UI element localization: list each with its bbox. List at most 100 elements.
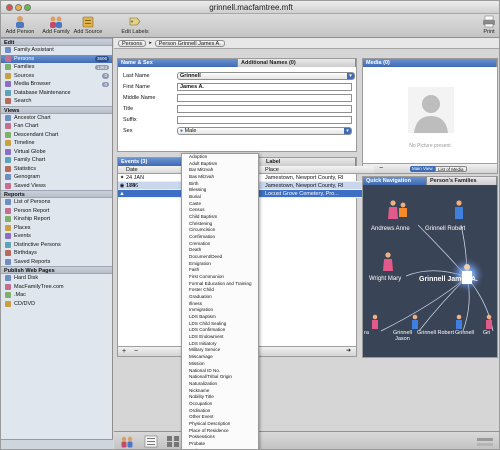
sidebar-item-genogram[interactable]: Genogram (1, 173, 112, 182)
breadcrumb-item-persons[interactable]: Persons (118, 39, 147, 47)
sidebar-item-statistics[interactable]: Statistics (1, 165, 112, 174)
remove-event-icon[interactable]: − (134, 347, 138, 356)
sidebar-item-timeline[interactable]: Timeline (1, 139, 112, 148)
main-view-button[interactable]: Main View (410, 166, 435, 172)
tab-media[interactable]: Media (0) (363, 59, 497, 67)
middle-name-field[interactable] (177, 94, 352, 102)
header-place[interactable]: Place (265, 166, 374, 173)
sidebar-item-saved-views[interactable]: Saved Views (1, 182, 112, 191)
sidebar-item-birthdays[interactable]: Birthdays (1, 249, 112, 258)
menu-item-immigration[interactable]: Immigration (189, 307, 258, 314)
sidebar-item-families[interactable]: Families 1363 (1, 63, 112, 72)
add-person-button[interactable]: Add Person (3, 15, 37, 35)
menu-item-lds-confirmation[interactable]: LDS Confirmation (189, 327, 258, 334)
list-view-icon[interactable] (144, 435, 158, 448)
first-name-field[interactable]: James A. (177, 83, 352, 91)
menu-item-burial[interactable]: Burial (189, 194, 258, 201)
sidebar-item-person-report[interactable]: Person Report (1, 207, 112, 216)
last-name-field[interactable]: Grinnell ▾ (177, 72, 355, 80)
menu-item-possessions[interactable]: Possessions (189, 434, 258, 441)
tab-persons-families[interactable]: Person's Families (427, 177, 497, 185)
tab-events[interactable]: Events (3) (118, 158, 184, 166)
person-node-andrews-anne[interactable]: Andrews Anne (371, 226, 410, 232)
menu-item-christening[interactable]: Christening (189, 221, 258, 228)
family-view-icon[interactable] (120, 435, 134, 448)
person-node-grinnell-james[interactable]: Grinnell James A. (419, 276, 478, 283)
arrow-right-icon[interactable]: ➔ (346, 347, 351, 356)
person-node-partial-right[interactable]: Gri (483, 330, 490, 336)
menu-item-cremation[interactable]: Cremation (189, 241, 258, 248)
tab-name-sex[interactable]: Name & Sex (118, 59, 238, 67)
sidebar-item-persons[interactable]: Persons 3606 (1, 54, 112, 63)
header-date[interactable]: Date (126, 166, 151, 173)
menu-item-caste[interactable]: Caste (189, 201, 258, 208)
menu-item-emigration[interactable]: Emigration (189, 261, 258, 268)
menu-item-occupation[interactable]: Occupation (189, 401, 258, 408)
menu-item-child-baptism[interactable]: Child Baptism (189, 214, 258, 221)
sidebar-item-macfamilytree-com[interactable]: MacFamilyTree.com (1, 283, 112, 292)
sidebar-item-places[interactable]: Places (1, 224, 112, 233)
menu-item-bar-mitzvah[interactable]: Bar Mitzvah (189, 167, 258, 174)
menu-item-lds-endowment[interactable]: LDS Endowment (189, 334, 258, 341)
menu-item-miscarriage[interactable]: Miscarriage (189, 354, 258, 361)
menu-item-other-event[interactable]: Other Event (189, 414, 258, 421)
menu-item-mission[interactable]: Mission (189, 361, 258, 368)
sidebar-item-database-maintenance[interactable]: Database Maintenance (1, 89, 112, 98)
add-source-button[interactable]: Add Source (73, 15, 103, 35)
person-node-wright-mary[interactable]: Wright Mary (369, 276, 401, 282)
remove-media-icon[interactable]: − (379, 164, 383, 173)
sidebar-item-list-of-persons[interactable]: List of Persons (1, 198, 112, 207)
menu-item-lds-baptism[interactable]: LDS Baptism (189, 314, 258, 321)
add-event-icon[interactable]: + (122, 347, 126, 356)
person-node-grinnell-robert[interactable]: Grinnell Robert (425, 226, 465, 232)
sidebar-item-ancestor-chart[interactable]: Ancestor Chart (1, 114, 112, 123)
sidebar-item-distinctive-persons[interactable]: Distinctive Persons (1, 241, 112, 250)
sidebar-item-family-assistant[interactable]: Family Assistant (1, 46, 112, 55)
tab-additional-names[interactable]: Additional Names (0) (238, 59, 356, 67)
menu-item-national-tribal-origin[interactable]: National/Tribal Origin (189, 374, 258, 381)
sidebar-item-cd-dvd[interactable]: CD/DVD (1, 300, 112, 309)
sidebar-item-saved-reports[interactable]: Saved Reports (1, 258, 112, 267)
menu-item-ordination[interactable]: Ordination (189, 408, 258, 415)
edit-labels-button[interactable]: Edit Labels (118, 15, 152, 35)
print-button[interactable]: Print (479, 15, 499, 35)
menu-item-first-communion[interactable]: First Communion (189, 274, 258, 281)
sidebar-item-search[interactable]: Search (1, 97, 112, 106)
tab-quick-navigation[interactable]: Quick Navigation (363, 177, 427, 185)
menu-item-physical-description[interactable]: Physical Description (189, 421, 258, 428)
menu-item-national-id-no[interactable]: National ID No. (189, 368, 258, 375)
menu-item-death[interactable]: Death (189, 247, 258, 254)
menu-item-formal-education-and-training[interactable]: Formal Education and Training (189, 281, 258, 288)
menu-item-nobility-title[interactable]: Nobility Title (189, 394, 258, 401)
menu-item-lds-initiatory[interactable]: LDS Initiatory (189, 341, 258, 348)
suffix-field[interactable] (177, 116, 352, 124)
menu-item-probate[interactable]: Probate (189, 441, 258, 448)
list-of-media-button[interactable]: List of Media (435, 166, 467, 172)
sidebar-item-family-chart[interactable]: Family Chart (1, 156, 112, 165)
sidebar-item-virtual-globe[interactable]: Virtual Globe (1, 148, 112, 157)
menu-item-confirmation[interactable]: Confirmation (189, 234, 258, 241)
person-node-grinnell-child[interactable]: Grinnell (455, 330, 474, 336)
menu-item-document-deed[interactable]: Document/Deed (189, 254, 258, 261)
menu-item-nickname[interactable]: Nickname (189, 388, 258, 395)
menu-item-faith[interactable]: Faith (189, 267, 258, 274)
menu-item-military-service[interactable]: Military Service (189, 347, 258, 354)
sidebar-item-hard-disk[interactable]: Hard Disk (1, 274, 112, 283)
person-node-partial-left[interactable]: ra (364, 330, 369, 336)
menu-item-graduation[interactable]: Graduation (189, 294, 258, 301)
menu-item-foster-child[interactable]: Foster Child (189, 287, 258, 294)
person-node-grinnell-robert-child[interactable]: Grinnell Robert (417, 330, 454, 336)
menu-item-circumcision[interactable]: Circumcision (189, 227, 258, 234)
sex-select[interactable]: ● Male ▾ (177, 127, 352, 135)
resize-handle-icon[interactable] (476, 437, 494, 448)
sidebar-item-sources[interactable]: Sources 0 (1, 72, 112, 81)
menu-item-blessing[interactable]: Blessing (189, 187, 258, 194)
add-family-button[interactable]: Add Family (39, 15, 73, 35)
menu-item-census[interactable]: Census (189, 207, 258, 214)
menu-item-adult-baptism[interactable]: Adult Baptism (189, 161, 258, 168)
sidebar-item-events[interactable]: Events (1, 232, 112, 241)
menu-item-birth[interactable]: Birth (189, 181, 258, 188)
sidebar-item-media-browser[interactable]: Media Browser 0 (1, 80, 112, 89)
person-node-grinnell-jason[interactable]: Grinnell Jason (393, 330, 412, 342)
grid-view-icon[interactable] (166, 435, 180, 448)
